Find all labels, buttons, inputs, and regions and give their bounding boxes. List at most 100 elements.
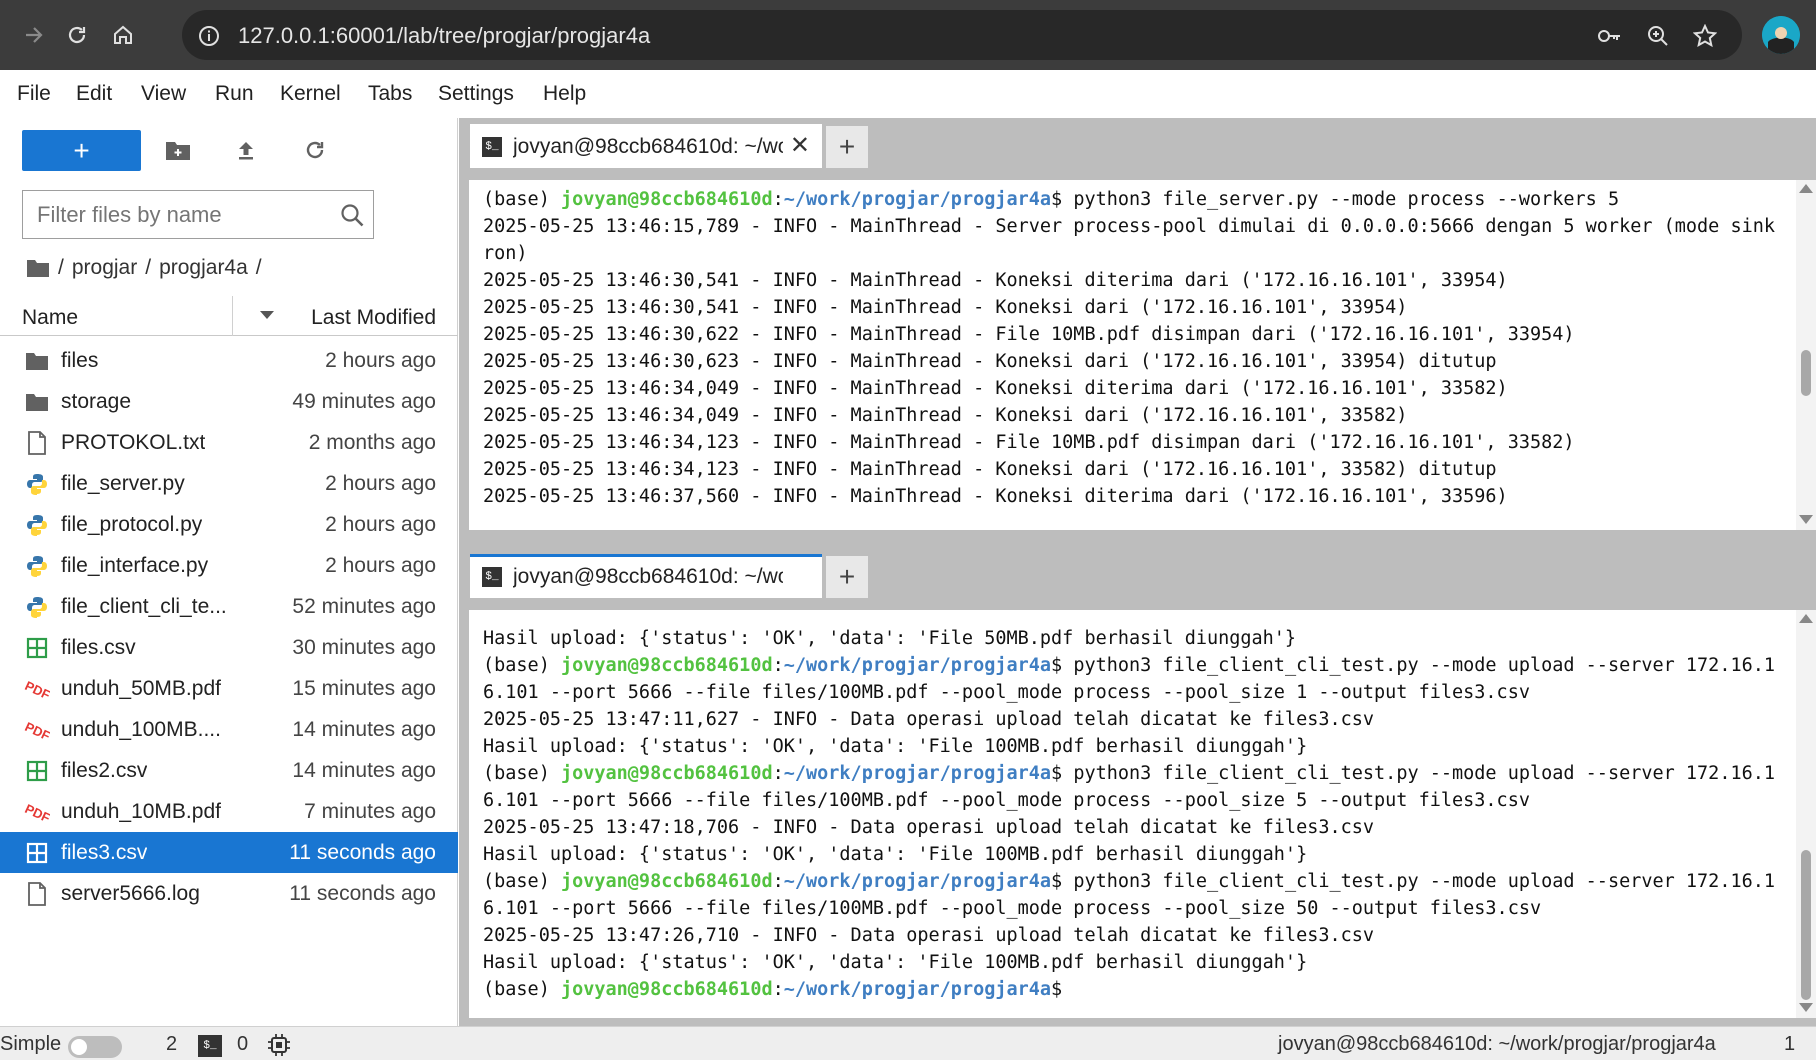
terminal-output-line: 2025-05-25 13:46:15,789 - INFO - MainThr… bbox=[483, 216, 1776, 237]
close-icon[interactable]: ✕ bbox=[790, 134, 810, 158]
scroll-up-arrow-icon[interactable] bbox=[1799, 184, 1813, 193]
terminal-output-line: Hasil upload: {'status': 'OK', 'data': '… bbox=[483, 736, 1308, 757]
file-row[interactable]: file_interface.py 2 hours ago bbox=[0, 545, 458, 586]
file-row[interactable]: files.csv 30 minutes ago bbox=[0, 627, 458, 668]
file-modified: 2 months ago bbox=[308, 431, 436, 454]
add-tab-button[interactable]: + bbox=[826, 126, 868, 168]
tab-terminal-2[interactable]: $_ jovyan@98ccb684610d: ~/work/progjar/p… bbox=[470, 554, 822, 598]
prompt-base: (base) bbox=[483, 189, 561, 210]
status-number: 1 bbox=[1784, 1033, 1796, 1055]
menu-settings[interactable]: Settings bbox=[438, 82, 514, 106]
file-row[interactable]: files 2 hours ago bbox=[0, 340, 458, 381]
refresh-icon[interactable] bbox=[301, 136, 329, 164]
search-icon bbox=[341, 204, 364, 227]
breadcrumb-progjar[interactable]: progjar bbox=[72, 256, 137, 280]
prompt-cmd: $ python3 file_client_cli_test.py --mode… bbox=[1051, 655, 1776, 676]
home-button[interactable] bbox=[105, 17, 141, 53]
menu-view[interactable]: View bbox=[141, 82, 186, 106]
prompt-colon: : bbox=[772, 763, 784, 784]
site-info-icon[interactable] bbox=[196, 23, 222, 49]
reload-icon bbox=[68, 26, 86, 44]
terminal-prompt-line: (base) jovyan@98ccb684610d:~/work/progja… bbox=[483, 760, 1793, 787]
terminal-output-line: Hasil upload: {'status': 'OK', 'data': '… bbox=[483, 952, 1308, 973]
scroll-down-arrow-icon[interactable] bbox=[1799, 1003, 1813, 1012]
folder-home-icon[interactable] bbox=[26, 258, 50, 278]
file-row[interactable]: PDF unduh_100MB.... 14 minutes ago bbox=[0, 709, 458, 750]
scroll-up-arrow-icon[interactable] bbox=[1799, 614, 1813, 623]
browser-toolbar: 127.0.0.1:60001/lab/tree/progjar/progjar… bbox=[0, 0, 1816, 70]
filter-files-input[interactable] bbox=[37, 201, 327, 229]
prompt-path: ~/work/progjar/progjar4a bbox=[783, 189, 1052, 210]
file-name: files2.csv bbox=[61, 759, 148, 782]
text-file-icon bbox=[24, 881, 50, 907]
file-row[interactable]: PDF unduh_10MB.pdf 7 minutes ago bbox=[0, 791, 458, 832]
scroll-thumb[interactable] bbox=[1801, 850, 1811, 1000]
column-divider[interactable] bbox=[232, 296, 233, 336]
folder-icon bbox=[24, 348, 50, 374]
column-name-header[interactable]: Name bbox=[22, 306, 78, 330]
file-row[interactable]: files3.csv 11 seconds ago bbox=[0, 832, 458, 873]
bookmark-star-icon[interactable] bbox=[1692, 23, 1718, 49]
simple-mode-toggle[interactable] bbox=[68, 1036, 122, 1058]
kernels-count[interactable]: 0 bbox=[237, 1033, 248, 1056]
zoom-icon[interactable] bbox=[1645, 23, 1671, 49]
terminal-output-line: 6.101 --port 5666 --file files/100MB.pdf… bbox=[483, 898, 1542, 919]
prompt-user: jovyan@98ccb684610d bbox=[560, 655, 773, 676]
file-modified: 15 minutes ago bbox=[292, 677, 436, 700]
address-bar[interactable]: 127.0.0.1:60001/lab/tree/progjar/progjar… bbox=[182, 10, 1742, 60]
scroll-thumb[interactable] bbox=[1801, 350, 1811, 396]
file-modified: 49 minutes ago bbox=[292, 390, 436, 413]
url-text[interactable]: 127.0.0.1:60001/lab/tree/progjar/progjar… bbox=[238, 23, 650, 49]
file-modified: 2 hours ago bbox=[325, 349, 436, 372]
menu-kernel[interactable]: Kernel bbox=[280, 82, 341, 106]
menu-file[interactable]: File bbox=[17, 82, 51, 106]
file-name: file_interface.py bbox=[61, 554, 209, 577]
scrollbar[interactable] bbox=[1796, 610, 1816, 1018]
file-name: PROTOKOL.txt bbox=[61, 431, 206, 454]
file-row[interactable]: PROTOKOL.txt 2 months ago bbox=[0, 422, 458, 463]
file-modified: 14 minutes ago bbox=[292, 718, 436, 741]
prompt-user: jovyan@98ccb684610d bbox=[560, 189, 773, 210]
python-icon bbox=[24, 594, 50, 620]
column-modified-header[interactable]: Last Modified bbox=[311, 306, 436, 330]
sort-arrow-icon bbox=[260, 311, 274, 319]
menu-run[interactable]: Run bbox=[215, 82, 254, 106]
terminal-output-line: 2025-05-25 13:47:26,710 - INFO - Data op… bbox=[483, 925, 1375, 946]
file-row[interactable]: files2.csv 14 minutes ago bbox=[0, 750, 458, 791]
upload-icon[interactable] bbox=[232, 136, 260, 164]
terminal-1[interactable]: (base) jovyan@98ccb684610d:~/work/progja… bbox=[469, 180, 1816, 530]
menu-help[interactable]: Help bbox=[543, 82, 586, 106]
scrollbar[interactable] bbox=[1796, 180, 1816, 530]
new-launcher-button[interactable]: + bbox=[22, 130, 141, 171]
profile-avatar[interactable] bbox=[1762, 16, 1800, 54]
menu-edit[interactable]: Edit bbox=[76, 82, 112, 106]
breadcrumb-sep: / bbox=[255, 256, 262, 279]
reload-button[interactable] bbox=[59, 17, 95, 53]
add-tab-button[interactable]: + bbox=[826, 556, 868, 598]
file-row[interactable]: storage 49 minutes ago bbox=[0, 381, 458, 422]
breadcrumb-progjar4a[interactable]: progjar4a bbox=[159, 256, 248, 280]
forward-button[interactable] bbox=[16, 17, 52, 53]
terminal-icon: $_ bbox=[198, 1035, 222, 1057]
terminal-output-line: 2025-05-25 13:47:11,627 - INFO - Data op… bbox=[483, 709, 1375, 730]
file-name: unduh_10MB.pdf bbox=[61, 800, 221, 823]
file-row[interactable]: PDF unduh_50MB.pdf 15 minutes ago bbox=[0, 668, 458, 709]
new-folder-icon[interactable] bbox=[164, 136, 192, 164]
prompt-path: ~/work/progjar/progjar4a bbox=[783, 979, 1052, 1000]
main-dock-area: $_ jovyan@98ccb684610d: ~/work/progjar/p… bbox=[459, 118, 1816, 1026]
terminal-output-line: 6.101 --port 5666 --file files/100MB.pdf… bbox=[483, 682, 1530, 703]
terminal-output-line: Hasil upload: {'status': 'OK', 'data': '… bbox=[483, 844, 1308, 865]
terminal-2[interactable]: Hasil upload: {'status': 'OK', 'data': '… bbox=[469, 610, 1816, 1018]
file-row[interactable]: file_server.py 2 hours ago bbox=[0, 463, 458, 504]
terminals-count[interactable]: 2 bbox=[166, 1033, 177, 1056]
csv-icon bbox=[24, 635, 50, 661]
menu-tabs[interactable]: Tabs bbox=[368, 82, 412, 106]
tab-terminal-1[interactable]: $_ jovyan@98ccb684610d: ~/work/progjar/p… bbox=[470, 124, 822, 168]
file-row[interactable]: file_client_cli_te... 52 minutes ago bbox=[0, 586, 458, 627]
file-modified: 11 seconds ago bbox=[289, 841, 436, 864]
file-row[interactable]: file_protocol.py 2 hours ago bbox=[0, 504, 458, 545]
filter-files-box bbox=[22, 190, 374, 239]
file-row[interactable]: server5666.log 11 seconds ago bbox=[0, 873, 458, 914]
password-key-icon[interactable] bbox=[1596, 23, 1622, 49]
scroll-down-arrow-icon[interactable] bbox=[1799, 515, 1813, 524]
